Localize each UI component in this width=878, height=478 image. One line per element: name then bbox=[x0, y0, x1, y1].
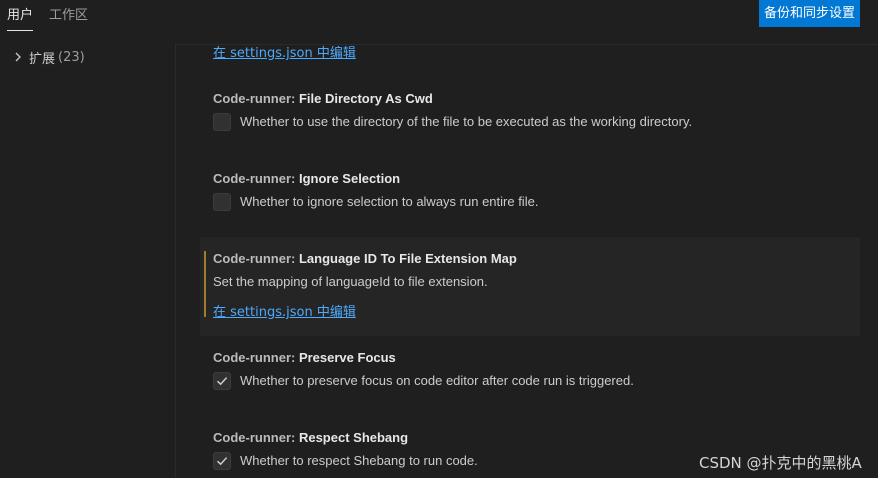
setting-title: Code-runner: Preserve Focus bbox=[213, 350, 396, 365]
setting-checkbox[interactable] bbox=[213, 113, 231, 131]
setting-description: Whether to use the directory of the file… bbox=[240, 114, 693, 129]
setting-checkbox[interactable] bbox=[213, 193, 231, 211]
setting-preserve-focus: Code-runner: Preserve Focus Whether to p… bbox=[200, 341, 860, 415]
edit-in-settings-json-link[interactable]: 在 settings.json 中编辑 bbox=[213, 301, 356, 320]
sidebar-item-extensions[interactable]: 扩展 (23) bbox=[12, 46, 85, 68]
sidebar-item-count: (23) bbox=[58, 49, 85, 65]
chevron-right-icon bbox=[15, 52, 21, 62]
setting-checkbox[interactable] bbox=[213, 452, 231, 470]
setting-title: Code-runner: Language ID To File Extensi… bbox=[213, 251, 517, 266]
pane-divider bbox=[175, 44, 176, 478]
watermark: CSDN @扑克中的黑桃A bbox=[699, 454, 862, 472]
focus-indicator bbox=[204, 251, 206, 317]
backup-sync-button[interactable]: 备份和同步设置 bbox=[759, 0, 860, 27]
setting-ignore-selection: Code-runner: Ignore Selection Whether to… bbox=[200, 162, 860, 236]
settings-editor: 用户 工作区 备份和同步设置 扩展 (23) 在 settings.json 中… bbox=[0, 0, 878, 478]
tab-user[interactable]: 用户 bbox=[7, 0, 34, 31]
check-icon bbox=[216, 377, 228, 386]
setting-description: Whether to ignore selection to always ru… bbox=[240, 194, 539, 209]
edit-in-settings-json-link[interactable]: 在 settings.json 中编辑 bbox=[213, 42, 356, 61]
setting-description: Set the mapping of languageId to file ex… bbox=[213, 274, 488, 289]
settings-header: 用户 工作区 备份和同步设置 bbox=[0, 0, 878, 31]
setting-description: Whether to preserve focus on code editor… bbox=[240, 373, 634, 388]
check-icon bbox=[216, 457, 228, 466]
setting-title: Code-runner: Respect Shebang bbox=[213, 430, 409, 445]
tab-workspace[interactable]: 工作区 bbox=[49, 0, 88, 31]
setting-file-directory-as-cwd: Code-runner: File Directory As Cwd Wheth… bbox=[200, 82, 860, 156]
setting-title: Code-runner: File Directory As Cwd bbox=[213, 91, 433, 106]
setting-language-id-to-file-extension-map[interactable]: Code-runner: Language ID To File Extensi… bbox=[200, 237, 860, 336]
setting-checkbox[interactable] bbox=[213, 372, 231, 390]
setting-title: Code-runner: Ignore Selection bbox=[213, 171, 401, 186]
sidebar-item-label: 扩展 bbox=[29, 51, 56, 67]
setting-description: Whether to respect Shebang to run code. bbox=[240, 453, 478, 468]
